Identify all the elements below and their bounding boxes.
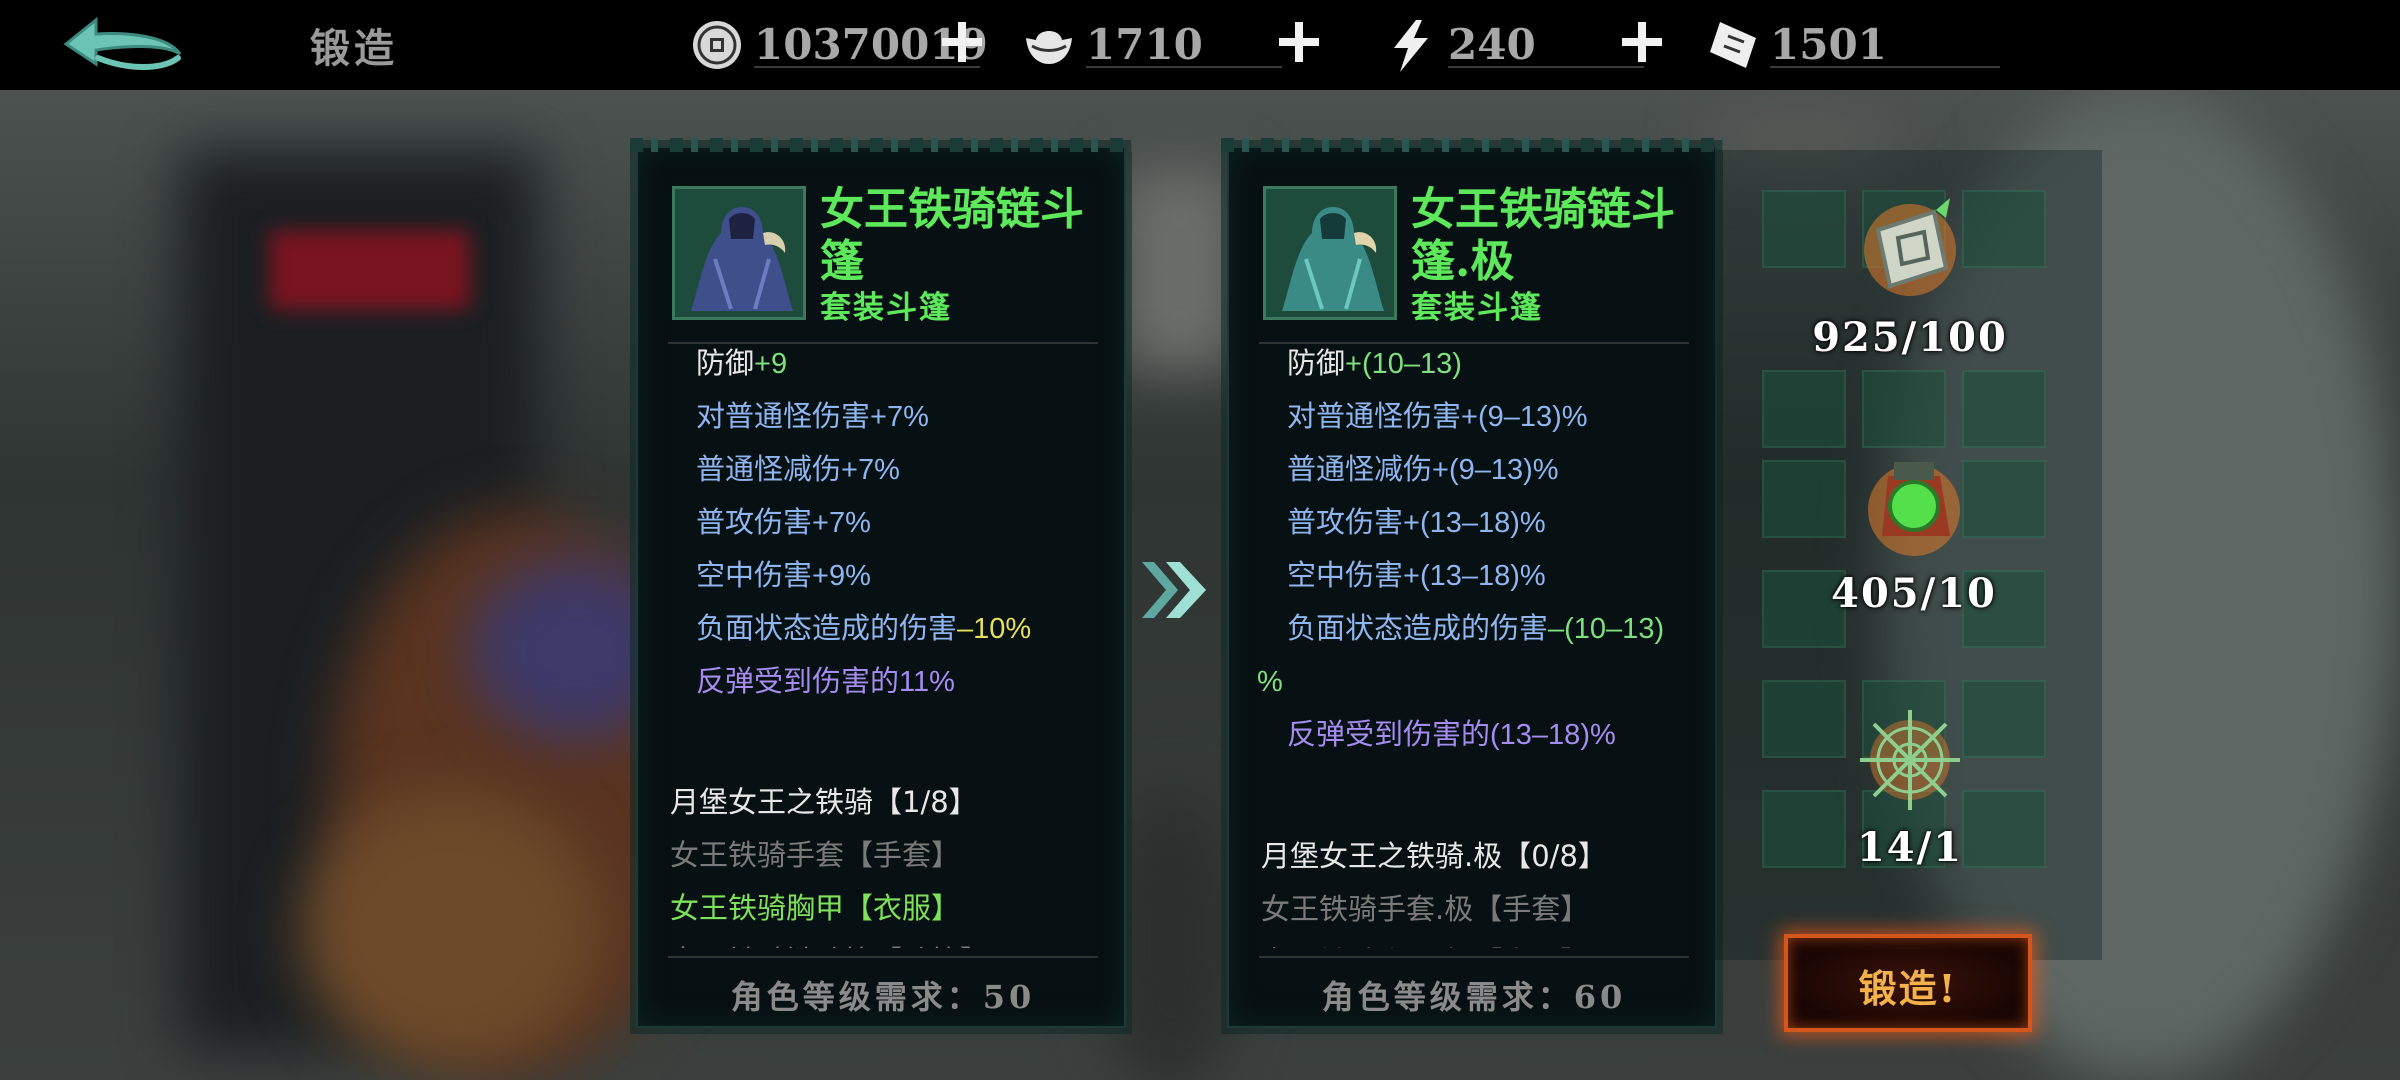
set-list: 月堡女王之铁骑【1/8】 女王铁骑手套【手套】 女王铁骑胸甲【衣服】 女王铁骑链… bbox=[670, 776, 1110, 948]
ticket-value: 1501 bbox=[1770, 20, 1887, 69]
add-energy-button[interactable] bbox=[1618, 18, 1666, 66]
stat-row: 普通怪减伤+7% bbox=[696, 454, 900, 486]
item-name: 女王铁骑链斗篷 bbox=[820, 184, 1084, 287]
set-item: 女王铁骑手套.极【手套】 bbox=[1261, 892, 1590, 926]
level-requirement-bar: 角色等级需求：60 bbox=[1259, 956, 1689, 1026]
page-title: 锻造 bbox=[310, 25, 398, 72]
stat-list: 防御+(10–13) 对普通怪伤害+(9–13)% 普通怪减伤+(9–13)% … bbox=[1245, 338, 1705, 762]
forge-button-label: 锻造! bbox=[1858, 966, 1958, 1011]
set-title: 月堡女王之铁骑【1/8】 bbox=[670, 785, 978, 819]
stat-row-wrap: % bbox=[1257, 666, 1283, 698]
material-count: 14/1 bbox=[1856, 824, 1964, 871]
current-item-panel: 女王铁骑链斗篷 套装斗篷 防御+9 对普通怪伤害+7% 普通怪减伤+7% 普攻伤… bbox=[630, 138, 1132, 1028]
add-ingot-button[interactable] bbox=[1275, 18, 1323, 66]
level-requirement: 角色等级需求：60 bbox=[1321, 978, 1627, 1016]
stat-row: 空中伤害+9% bbox=[696, 560, 871, 592]
set-list: 月堡女王之铁骑.极【0/8】 女王铁骑手套.极【手套】 女王铁骑胸甲.极【衣服】 bbox=[1261, 830, 1701, 948]
cloak-icon bbox=[1266, 189, 1394, 317]
stat-row: 普攻伤害+7% bbox=[696, 507, 871, 539]
ingot-counter: 1710 bbox=[1022, 12, 1302, 72]
rune-fragment-icon bbox=[1864, 198, 1956, 296]
stat-row: 普攻伤害+(13–18)% bbox=[1287, 507, 1546, 539]
forge-button[interactable]: 锻造! bbox=[1784, 934, 2032, 1032]
upgrade-arrow-icon bbox=[1142, 562, 1206, 618]
cloak-item-icon[interactable] bbox=[1263, 186, 1397, 320]
stat-list: 防御+9 对普通怪伤害+7% 普通怪减伤+7% 普攻伤害+7% 空中伤害+9% … bbox=[654, 338, 1114, 709]
material-spiderweb-essence[interactable]: 14/1 bbox=[1800, 690, 2020, 880]
set-item: 女王铁骑胸甲【衣服】 bbox=[670, 891, 961, 925]
stat-row: 防御+9 bbox=[696, 348, 788, 380]
energy-counter: 240 bbox=[1384, 12, 1644, 72]
stat-row: 普通怪减伤+(9–13)% bbox=[1287, 454, 1559, 486]
cloak-icon bbox=[675, 189, 803, 317]
ingot-icon bbox=[1026, 31, 1072, 64]
back-arrow-icon bbox=[63, 16, 182, 70]
item-type: 套装斗篷 bbox=[820, 290, 952, 326]
level-requirement-bar: 角色等级需求：50 bbox=[668, 956, 1098, 1026]
material-green-orb-crystal[interactable]: 405/10 bbox=[1804, 436, 2024, 626]
coin-icon bbox=[693, 21, 741, 69]
item-type: 套装斗篷 bbox=[1411, 290, 1543, 326]
set-item: 女王铁骑链斗篷【斗篷】 bbox=[670, 935, 1110, 948]
stat-row: 负面状态造成的伤害–10% bbox=[696, 613, 1032, 645]
level-requirement: 角色等级需求：50 bbox=[730, 978, 1036, 1016]
set-item: 女王铁骑胸甲.极【衣服】 bbox=[1261, 936, 1701, 948]
material-count: 405/10 bbox=[1831, 570, 1997, 617]
ingot-value: 1710 bbox=[1086, 20, 1203, 69]
ticket-icon bbox=[1710, 22, 1756, 68]
stat-row: 防御+(10–13) bbox=[1287, 348, 1462, 380]
add-coin-button[interactable] bbox=[938, 18, 986, 66]
green-orb-icon bbox=[1868, 462, 1960, 556]
stat-row: 反弹受到伤害的(13–18)% bbox=[1287, 719, 1616, 751]
cloak-item-icon[interactable] bbox=[672, 186, 806, 320]
stat-row: 对普通怪伤害+7% bbox=[696, 401, 929, 433]
back-button[interactable] bbox=[58, 14, 188, 78]
stat-row: 反弹受到伤害的11% bbox=[696, 666, 955, 698]
stat-row: 对普通怪伤害+(9–13)% bbox=[1287, 401, 1588, 433]
set-title: 月堡女王之铁骑.极【0/8】 bbox=[1261, 839, 1607, 873]
coin-counter: 10370019 bbox=[690, 12, 988, 72]
material-rune-fragment[interactable]: 925/100 bbox=[1800, 180, 2020, 370]
stat-row: 空中伤害+(13–18)% bbox=[1287, 560, 1546, 592]
energy-value: 240 bbox=[1448, 20, 1536, 69]
upgraded-item-panel: 女王铁骑链斗篷.极 套装斗篷 防御+(10–13) 对普通怪伤害+(9–13)%… bbox=[1221, 138, 1723, 1028]
top-bar: 锻造 10370019 1710 240 1501 bbox=[0, 0, 2400, 90]
ticket-counter: 1501 bbox=[1706, 12, 2006, 72]
material-count: 925/100 bbox=[1812, 314, 2008, 361]
item-name: 女王铁骑链斗篷.极 bbox=[1411, 184, 1675, 287]
lightning-icon bbox=[1394, 20, 1428, 72]
stat-row: 负面状态造成的伤害–(10–13) bbox=[1287, 613, 1665, 645]
spiderweb-icon bbox=[1860, 710, 1960, 810]
set-item: 女王铁骑手套【手套】 bbox=[670, 838, 961, 872]
